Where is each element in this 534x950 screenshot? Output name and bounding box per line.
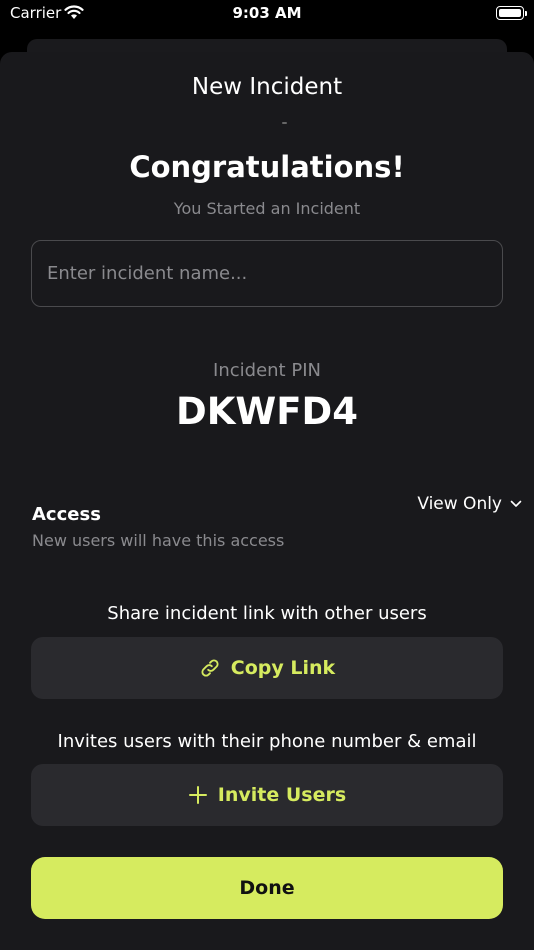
sheet-grabber[interactable] xyxy=(282,122,287,124)
copy-link-button[interactable]: Copy Link xyxy=(31,637,503,699)
access-subtitle: New users will have this access xyxy=(32,531,285,550)
congratulations-heading: Congratulations! xyxy=(129,150,405,184)
incident-name-input[interactable] xyxy=(31,240,503,307)
access-dropdown[interactable]: View Only xyxy=(417,494,522,514)
link-icon xyxy=(199,657,221,679)
copy-link-label: Copy Link xyxy=(230,657,336,679)
access-selected-value: View Only xyxy=(417,494,502,514)
status-time: 9:03 AM xyxy=(232,4,302,22)
access-title: Access xyxy=(32,504,101,525)
done-button-label: Done xyxy=(239,877,295,899)
chevron-down-icon xyxy=(510,500,522,508)
invite-users-button-label: Invite Users xyxy=(217,784,347,806)
incident-pin-label: Incident PIN xyxy=(213,360,321,381)
incident-pin-value: DKWFD4 xyxy=(176,390,358,433)
battery-icon xyxy=(496,6,527,20)
done-button[interactable]: Done xyxy=(31,857,503,919)
sheet-title: New Incident xyxy=(191,74,343,100)
status-bar: Carrier 9:03 AM xyxy=(0,0,534,30)
incident-started-subtitle: You Started an Incident xyxy=(173,199,361,218)
invite-users-label: Invites users with their phone number & … xyxy=(57,731,477,752)
share-link-label: Share incident link with other users xyxy=(107,603,427,624)
plus-icon xyxy=(188,785,208,805)
invite-users-button[interactable]: Invite Users xyxy=(31,764,503,826)
